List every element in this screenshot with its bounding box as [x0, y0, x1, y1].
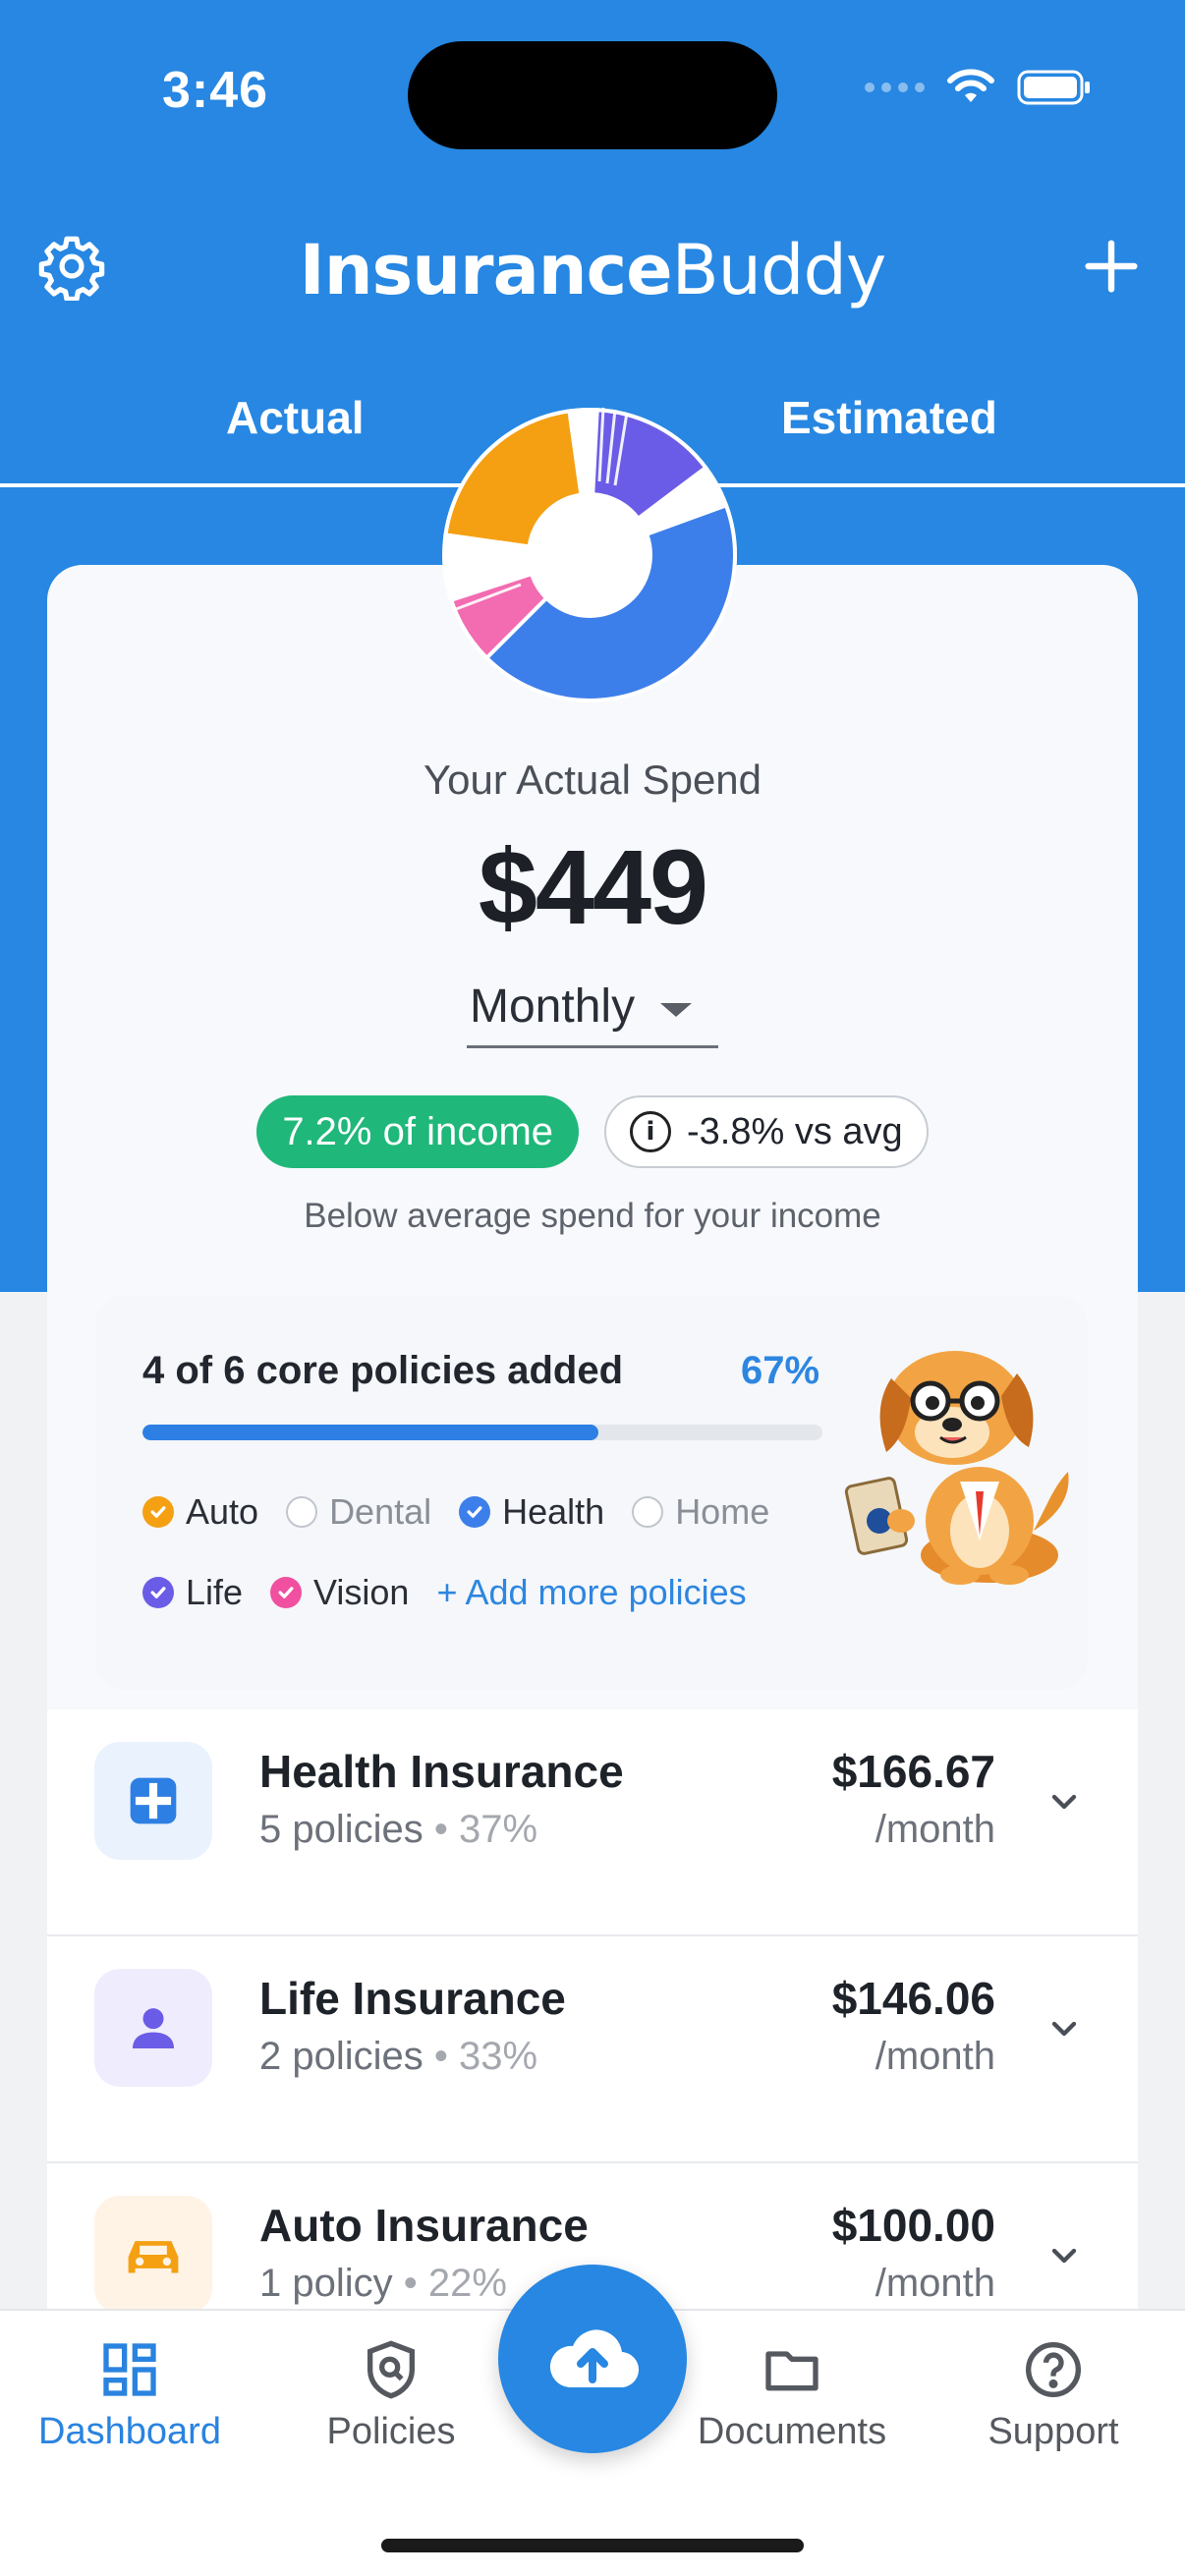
tab-support-label: Support [988, 2411, 1119, 2452]
policy-chip-vision[interactable]: Vision [270, 1572, 409, 1613]
spend-label: Your Actual Spend [423, 756, 762, 803]
policy-chip-label: Health [502, 1491, 605, 1532]
tab-dashboard-label: Dashboard [38, 2411, 221, 2452]
spend-note: Below average spend for your income [304, 1197, 881, 1235]
category-period: /month [875, 2035, 995, 2078]
category-amount: $146.06 [831, 1973, 995, 2024]
dynamic-island [408, 41, 777, 149]
home-indicator [381, 2539, 804, 2552]
category-count: 5 policies [259, 1808, 423, 1851]
tab-actual[interactable]: Actual [226, 391, 365, 444]
chevron-down-icon[interactable] [1044, 1782, 1084, 1821]
spend-amount: $449 [478, 827, 708, 946]
policy-chip-label: Auto [186, 1491, 259, 1532]
category-period: /month [875, 2262, 995, 2305]
tab-documents[interactable]: Documents [674, 2338, 910, 2453]
check-circle-icon [270, 1577, 303, 1608]
app-screen: 3:46 InsuranceBuddy Actual Estimated You… [0, 0, 1185, 2576]
category-meta: 5 policies • 37% [259, 1808, 538, 1851]
badge-row: 7.2% of income i -3.8% vs avg [0, 1095, 1185, 1168]
status-bar: 3:46 [0, 0, 1185, 187]
category-meta: 2 policies • 33% [259, 2035, 538, 2078]
check-circle-icon [142, 1496, 174, 1528]
spend-donut-chart [442, 407, 737, 702]
category-meta: 1 policy • 22% [259, 2262, 507, 2305]
policy-chip-label: Home [675, 1491, 770, 1532]
wifi-icon [947, 69, 994, 102]
category-name: Life Insurance [259, 1973, 566, 2024]
battery-icon [1017, 70, 1090, 105]
progress-bar [142, 1425, 822, 1440]
person-icon [94, 1969, 212, 2087]
category-share: 22% [427, 2262, 507, 2305]
category-row[interactable]: Health Insurance 5 policies • 37% $166.6… [47, 1709, 1138, 1936]
policy-chip-label: Vision [313, 1572, 410, 1612]
info-icon: i [630, 1111, 672, 1152]
policy-chip-auto[interactable]: Auto [142, 1491, 258, 1533]
add-more-policies-link[interactable]: + Add more policies [436, 1572, 746, 1613]
tab-policies-label: Policies [326, 2411, 456, 2452]
check-circle-icon [459, 1496, 491, 1528]
caret-down-icon [660, 1002, 693, 1017]
app-header: InsuranceBuddy [0, 216, 1185, 324]
average-badge[interactable]: i -3.8% vs avg [604, 1095, 929, 1168]
medical-cross-icon [94, 1742, 212, 1860]
policy-chip-label: Dental [329, 1491, 432, 1532]
car-icon [94, 2196, 212, 2314]
average-badge-label: -3.8% vs avg [687, 1110, 903, 1152]
empty-circle-icon [632, 1496, 664, 1528]
period-select[interactable]: Monthly [467, 968, 718, 1048]
progress-percent: 67% [741, 1349, 820, 1392]
logo-bold-text: Insurance [299, 230, 673, 310]
category-row[interactable]: Life Insurance 2 policies • 33% $146.06 … [47, 1936, 1138, 2163]
cloud-upload-icon [549, 2329, 640, 2388]
check-circle-icon [142, 1577, 174, 1608]
folder-icon [765, 2351, 818, 2391]
dashboard-icon [103, 2343, 156, 2396]
income-badge: 7.2% of income [256, 1095, 580, 1168]
dog-mascot-illustration [844, 1351, 1069, 1585]
policy-chip-home[interactable]: Home [632, 1491, 769, 1533]
tab-support[interactable]: Support [935, 2338, 1171, 2453]
status-icons [865, 69, 1092, 106]
policy-chip-label: Life [186, 1572, 244, 1612]
logo-light-text: Buddy [671, 230, 887, 310]
policy-chip-health[interactable]: Health [459, 1491, 604, 1533]
shield-icon [367, 2340, 415, 2399]
policy-progress-card: 4 of 6 core policies added 67% Auto Denta… [95, 1295, 1088, 1690]
policy-chip-life[interactable]: Life [142, 1572, 243, 1613]
empty-circle-icon [286, 1496, 318, 1528]
category-amount: $166.67 [831, 1746, 995, 1797]
tab-estimated[interactable]: Estimated [781, 391, 997, 444]
help-icon [1026, 2342, 1081, 2397]
signal-icon [865, 83, 925, 92]
tab-dashboard[interactable]: Dashboard [12, 2338, 248, 2453]
category-name: Health Insurance [259, 1746, 624, 1797]
category-count: 2 policies [259, 2035, 423, 2078]
tab-policies[interactable]: Policies [273, 2338, 509, 2453]
policy-chip-dental[interactable]: Dental [286, 1491, 431, 1533]
progress-title: 4 of 6 core policies added [142, 1349, 624, 1392]
policy-chips: Auto Dental Health Home Life Vision + Add more… [142, 1491, 850, 1613]
category-period: /month [875, 1808, 995, 1851]
chevron-down-icon[interactable] [1044, 2009, 1084, 2048]
category-share: 37% [459, 1808, 538, 1851]
upload-button[interactable] [498, 2265, 687, 2453]
category-share: 33% [459, 2035, 538, 2078]
category-count: 1 policy [259, 2262, 393, 2305]
add-icon[interactable] [1077, 232, 1146, 301]
app-logo: InsuranceBuddy [0, 230, 1185, 310]
category-amount: $100.00 [831, 2200, 995, 2251]
tab-documents-label: Documents [697, 2411, 887, 2452]
category-name: Auto Insurance [259, 2200, 589, 2251]
chevron-down-icon[interactable] [1044, 2236, 1084, 2275]
status-time: 3:46 [162, 62, 269, 119]
progress-bar-fill [142, 1425, 598, 1440]
period-select-value: Monthly [470, 980, 636, 1033]
